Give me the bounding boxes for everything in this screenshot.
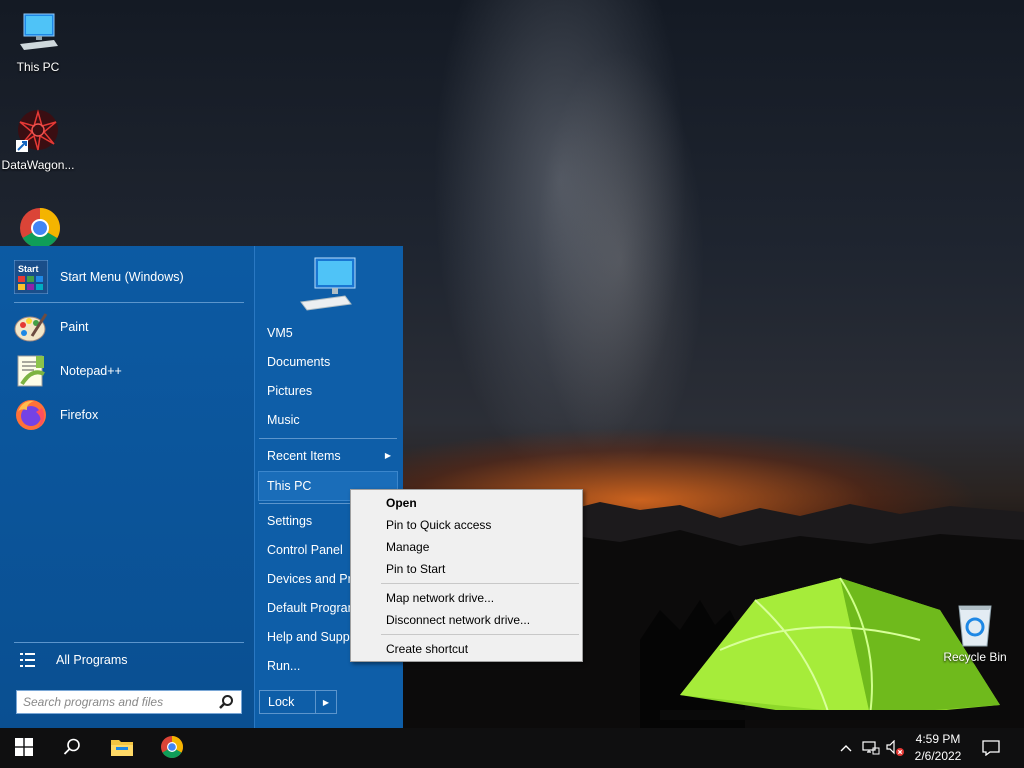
list-icon bbox=[14, 650, 42, 670]
start-icon-text: Start bbox=[18, 264, 39, 274]
taskbar: 4:59 PM 2/6/2022 bbox=[0, 728, 1024, 768]
datawagon-icon bbox=[14, 108, 62, 156]
program-label: Firefox bbox=[60, 408, 99, 422]
places-item-pictures[interactable]: Pictures bbox=[259, 377, 397, 405]
places-item-vm5[interactable]: VM5 bbox=[259, 319, 397, 347]
chevron-right-icon[interactable]: ▶ bbox=[316, 698, 336, 707]
volume-muted-icon[interactable] bbox=[885, 738, 905, 758]
places-item-recent-items[interactable]: Recent Items ▶ bbox=[259, 442, 397, 470]
desktop-icon-datawagon[interactable]: DataWagon... bbox=[0, 108, 76, 172]
program-item-notepad-plus-plus[interactable]: Notepad++ bbox=[14, 351, 244, 391]
network-icon[interactable] bbox=[861, 738, 881, 758]
recent-items-label: Recent Items bbox=[267, 449, 341, 463]
windows-logo-icon bbox=[15, 737, 33, 759]
context-item-pin-to-start[interactable]: Pin to Start bbox=[353, 558, 580, 580]
context-menu: Open Pin to Quick access Manage Pin to S… bbox=[350, 489, 583, 662]
all-programs-label: All Programs bbox=[56, 653, 128, 667]
desktop-icon-this-pc[interactable]: This PC bbox=[0, 10, 76, 74]
program-item-start-menu-windows[interactable]: Start Start Menu (Windows) bbox=[13, 257, 244, 297]
context-item-create-shortcut[interactable]: Create shortcut bbox=[353, 638, 580, 660]
context-item-manage[interactable]: Manage bbox=[353, 536, 580, 558]
context-item-pin-to-quick-access[interactable]: Pin to Quick access bbox=[353, 514, 580, 536]
menu-separator bbox=[381, 583, 579, 584]
program-item-paint[interactable]: Paint bbox=[14, 307, 244, 347]
places-item-music[interactable]: Music bbox=[259, 406, 397, 434]
start-search-box[interactable] bbox=[16, 690, 242, 714]
chrome-icon bbox=[160, 735, 184, 762]
program-label: Paint bbox=[60, 320, 89, 334]
context-item-disconnect-network-drive[interactable]: Disconnect network drive... bbox=[353, 609, 580, 631]
lock-label: Lock bbox=[260, 691, 316, 713]
menu-separator bbox=[14, 302, 244, 303]
desktop-icon-label: DataWagon... bbox=[1, 158, 75, 172]
search-icon[interactable] bbox=[218, 694, 234, 710]
folder-icon bbox=[110, 737, 134, 760]
paint-icon bbox=[14, 310, 48, 344]
chevron-right-icon: ▶ bbox=[384, 451, 391, 460]
desktop-icon-label: Recycle Bin bbox=[943, 650, 1007, 664]
program-label: Notepad++ bbox=[60, 364, 122, 378]
places-item-documents[interactable]: Documents bbox=[259, 348, 397, 376]
program-item-firefox[interactable]: Firefox bbox=[14, 395, 244, 435]
all-programs-button[interactable]: All Programs bbox=[14, 640, 244, 680]
search-icon bbox=[63, 738, 81, 759]
notepad-plus-plus-icon bbox=[14, 354, 48, 388]
notification-icon[interactable] bbox=[981, 738, 1001, 758]
start-search-input[interactable] bbox=[23, 692, 218, 712]
taskbar-search-button[interactable] bbox=[48, 728, 96, 768]
lock-button[interactable]: Lock ▶ bbox=[259, 690, 337, 714]
menu-separator bbox=[259, 438, 397, 439]
computer-icon bbox=[14, 10, 62, 58]
recycle-bin-icon bbox=[951, 600, 999, 648]
firefox-icon bbox=[14, 398, 48, 432]
clock-time: 4:59 PM bbox=[915, 732, 961, 746]
system-clock[interactable]: 4:59 PM 2/6/2022 bbox=[906, 731, 970, 765]
context-item-open[interactable]: Open bbox=[353, 492, 580, 514]
context-item-map-network-drive[interactable]: Map network drive... bbox=[353, 587, 580, 609]
start-menu-app-icon: Start bbox=[13, 259, 49, 295]
desktop-icon-label: This PC bbox=[16, 60, 60, 74]
user-computer-icon bbox=[297, 254, 361, 314]
taskbar-chrome[interactable] bbox=[148, 728, 196, 768]
taskbar-file-explorer[interactable] bbox=[98, 728, 146, 768]
desktop-icon-recycle-bin[interactable]: Recycle Bin bbox=[937, 600, 1013, 664]
start-menu: Start Start Menu (Windows) Paint Notepad… bbox=[0, 246, 403, 728]
menu-separator bbox=[381, 634, 579, 635]
start-menu-programs-pane: Start Start Menu (Windows) Paint Notepad… bbox=[0, 246, 254, 728]
start-button[interactable] bbox=[0, 728, 48, 768]
show-hidden-icons-chevron-up-icon[interactable] bbox=[836, 738, 856, 758]
program-label: Start Menu (Windows) bbox=[60, 270, 184, 284]
clock-date: 2/6/2022 bbox=[914, 749, 962, 763]
